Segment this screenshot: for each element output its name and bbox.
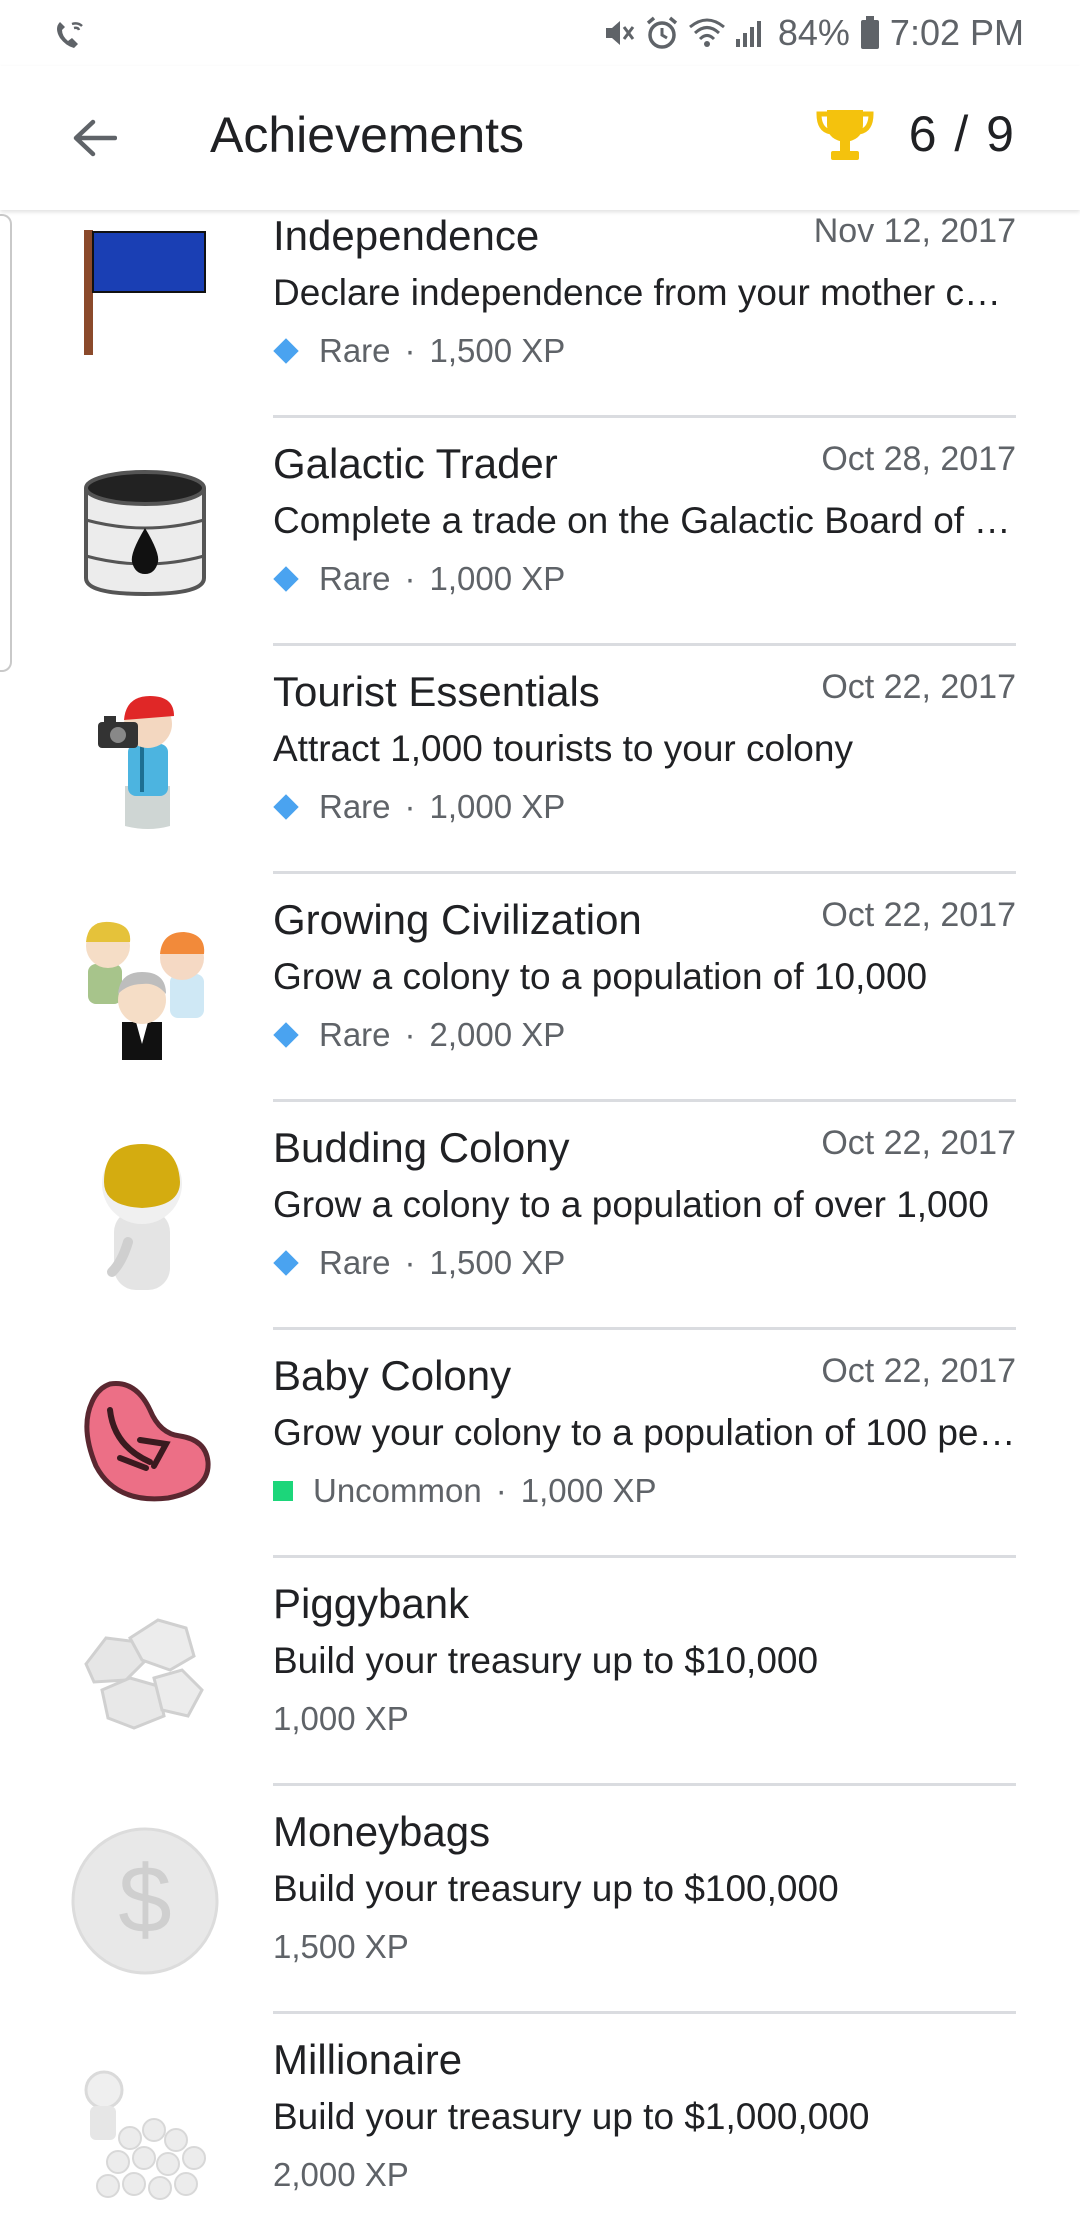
achievement-xp: 1,000 XP <box>429 560 566 597</box>
battery-icon <box>860 16 879 49</box>
achievement-xp: 1,500 XP <box>429 332 566 369</box>
signal-icon <box>735 21 761 47</box>
embryo-icon <box>70 1370 220 1520</box>
achievement-item[interactable]: Budding Colony Oct 22, 2017 Grow a colon… <box>0 1102 1080 1330</box>
achievement-xp: 1,500 XP <box>273 1928 409 1965</box>
achievement-meta: 1,500 XP <box>273 1928 409 1966</box>
achievement-name: Baby Colony <box>273 1352 512 1399</box>
achievement-item[interactable]: Baby Colony Oct 22, 2017 Grow your colon… <box>0 1330 1080 1558</box>
achievement-meta: Uncommon · 1,000 XP <box>273 1472 657 1510</box>
oil-barrel-icon <box>70 458 220 608</box>
achievement-list: Independence Nov 12, 2017 Declare indepe… <box>0 210 1080 2220</box>
achievement-date: Oct 22, 2017 <box>821 668 1016 706</box>
achievement-meta: 2,000 XP <box>273 2156 409 2194</box>
achievement-meta: Rare · 1,000 XP <box>273 788 565 826</box>
locked-dollar-coin-icon: $ <box>70 1826 220 1976</box>
wifi-icon <box>688 18 725 47</box>
achievement-item[interactable]: Tourist Essentials Oct 22, 2017 Attract … <box>0 646 1080 874</box>
rare-diamond-icon <box>273 1022 299 1048</box>
achievement-name: Tourist Essentials <box>273 668 600 715</box>
score-count: 6 / 9 <box>908 106 1016 162</box>
rare-diamond-icon <box>273 566 299 592</box>
app-bar: Achievements 6 / 9 <box>0 66 1080 210</box>
achievement-description: Grow a colony to a population of 10,000 <box>273 956 928 997</box>
achievement-rarity: Rare <box>319 560 391 597</box>
achievement-item[interactable]: Growing Civilization Oct 22, 2017 Grow a… <box>0 874 1080 1102</box>
achievement-rarity: Rare <box>319 332 391 369</box>
achievement-meta: Rare · 2,000 XP <box>273 1016 565 1054</box>
achievement-rarity: Rare <box>319 788 391 825</box>
blue-flag-icon <box>70 230 220 380</box>
achievement-description: Grow a colony to a population of over 1,… <box>273 1184 989 1225</box>
achievement-description: Build your treasury up to $1,000,000 <box>273 2096 870 2137</box>
achievement-rarity: Rare <box>319 1016 391 1053</box>
page-title: Achievements <box>210 107 525 163</box>
achievement-description: Attract 1,000 tourists to your colony <box>273 728 853 769</box>
achievement-meta: 1,000 XP <box>273 1700 409 1738</box>
achievement-date: Oct 22, 2017 <box>821 1352 1016 1390</box>
achievement-item[interactable]: Independence Nov 12, 2017 Declare indepe… <box>0 210 1080 418</box>
achievement-item[interactable]: Millionaire Build your treasury up to $1… <box>0 2014 1080 2220</box>
achievement-description: Build your treasury up to $10,000 <box>273 1640 819 1681</box>
rare-diamond-icon <box>273 1250 299 1276</box>
achievement-rarity: Uncommon <box>313 1472 482 1509</box>
status-bar: 84% 7:02 PM <box>0 0 1080 66</box>
rare-diamond-icon <box>273 338 299 364</box>
achievement-meta: Rare · 1,000 XP <box>273 560 565 598</box>
achievement-date: Oct 22, 2017 <box>821 896 1016 934</box>
trophy-icon <box>816 110 874 160</box>
rare-diamond-icon <box>273 794 299 820</box>
achievement-name: Galactic Trader <box>273 440 558 487</box>
achievement-score: 6 / 9 <box>815 104 1016 164</box>
achievement-name: Growing Civilization <box>273 896 642 943</box>
achievement-description: Grow your colony to a population of 100 … <box>273 1412 1018 1453</box>
achievement-item[interactable]: $ Moneybags Build your treasury up to $1… <box>0 1786 1080 2014</box>
locked-rocks-icon <box>70 1598 220 1748</box>
achievement-item[interactable]: Piggybank Build your treasury up to $10,… <box>0 1558 1080 1786</box>
achievement-name: Moneybags <box>273 1808 491 1855</box>
clock-time: 7:02 PM <box>889 12 1024 53</box>
locked-coins-icon <box>70 2054 220 2204</box>
achievement-list-container[interactable]: Independence Nov 12, 2017 Declare indepe… <box>0 210 1080 2220</box>
achievement-description: Declare independence from your mother co… <box>273 272 1018 313</box>
achievement-name: Budding Colony <box>273 1124 570 1171</box>
tourist-icon <box>70 686 220 836</box>
achievement-xp: 1,000 XP <box>520 1472 657 1509</box>
achievement-name: Piggybank <box>273 1580 470 1627</box>
achievement-description: Complete a trade on the Galactic Board o… <box>273 500 1018 541</box>
achievement-date: Oct 28, 2017 <box>821 440 1016 478</box>
colonist-icon <box>70 1142 220 1292</box>
achievement-description: Build your treasury up to $100,000 <box>273 1868 839 1909</box>
achievement-date: Nov 12, 2017 <box>813 212 1016 250</box>
back-button[interactable] <box>66 110 122 166</box>
achievement-xp: 2,000 XP <box>429 1016 566 1053</box>
achievement-xp: 1,000 XP <box>273 1700 409 1737</box>
achievement-meta: Rare · 1,500 XP <box>273 1244 565 1282</box>
achievement-meta: Rare · 1,500 XP <box>273 332 565 370</box>
achievement-item[interactable]: Galactic Trader Oct 28, 2017 Complete a … <box>0 418 1080 646</box>
achievement-name: Millionaire <box>273 2036 463 2083</box>
achievement-xp: 2,000 XP <box>273 2156 409 2193</box>
wifi-calling-icon <box>50 14 90 54</box>
arrow-left-icon <box>73 119 117 157</box>
achievement-name: Independence <box>273 212 540 259</box>
svg-text:$: $ <box>118 1846 171 1953</box>
achievement-xp: 1,500 XP <box>429 1244 566 1281</box>
alarm-icon <box>646 16 677 49</box>
uncommon-square-icon <box>273 1481 293 1501</box>
mute-icon <box>605 21 635 45</box>
achievement-xp: 1,000 XP <box>429 788 566 825</box>
achievement-date: Oct 22, 2017 <box>821 1124 1016 1162</box>
group-of-people-icon <box>70 914 220 1064</box>
battery-percent: 84% <box>777 12 850 53</box>
achievement-rarity: Rare <box>319 1244 391 1281</box>
